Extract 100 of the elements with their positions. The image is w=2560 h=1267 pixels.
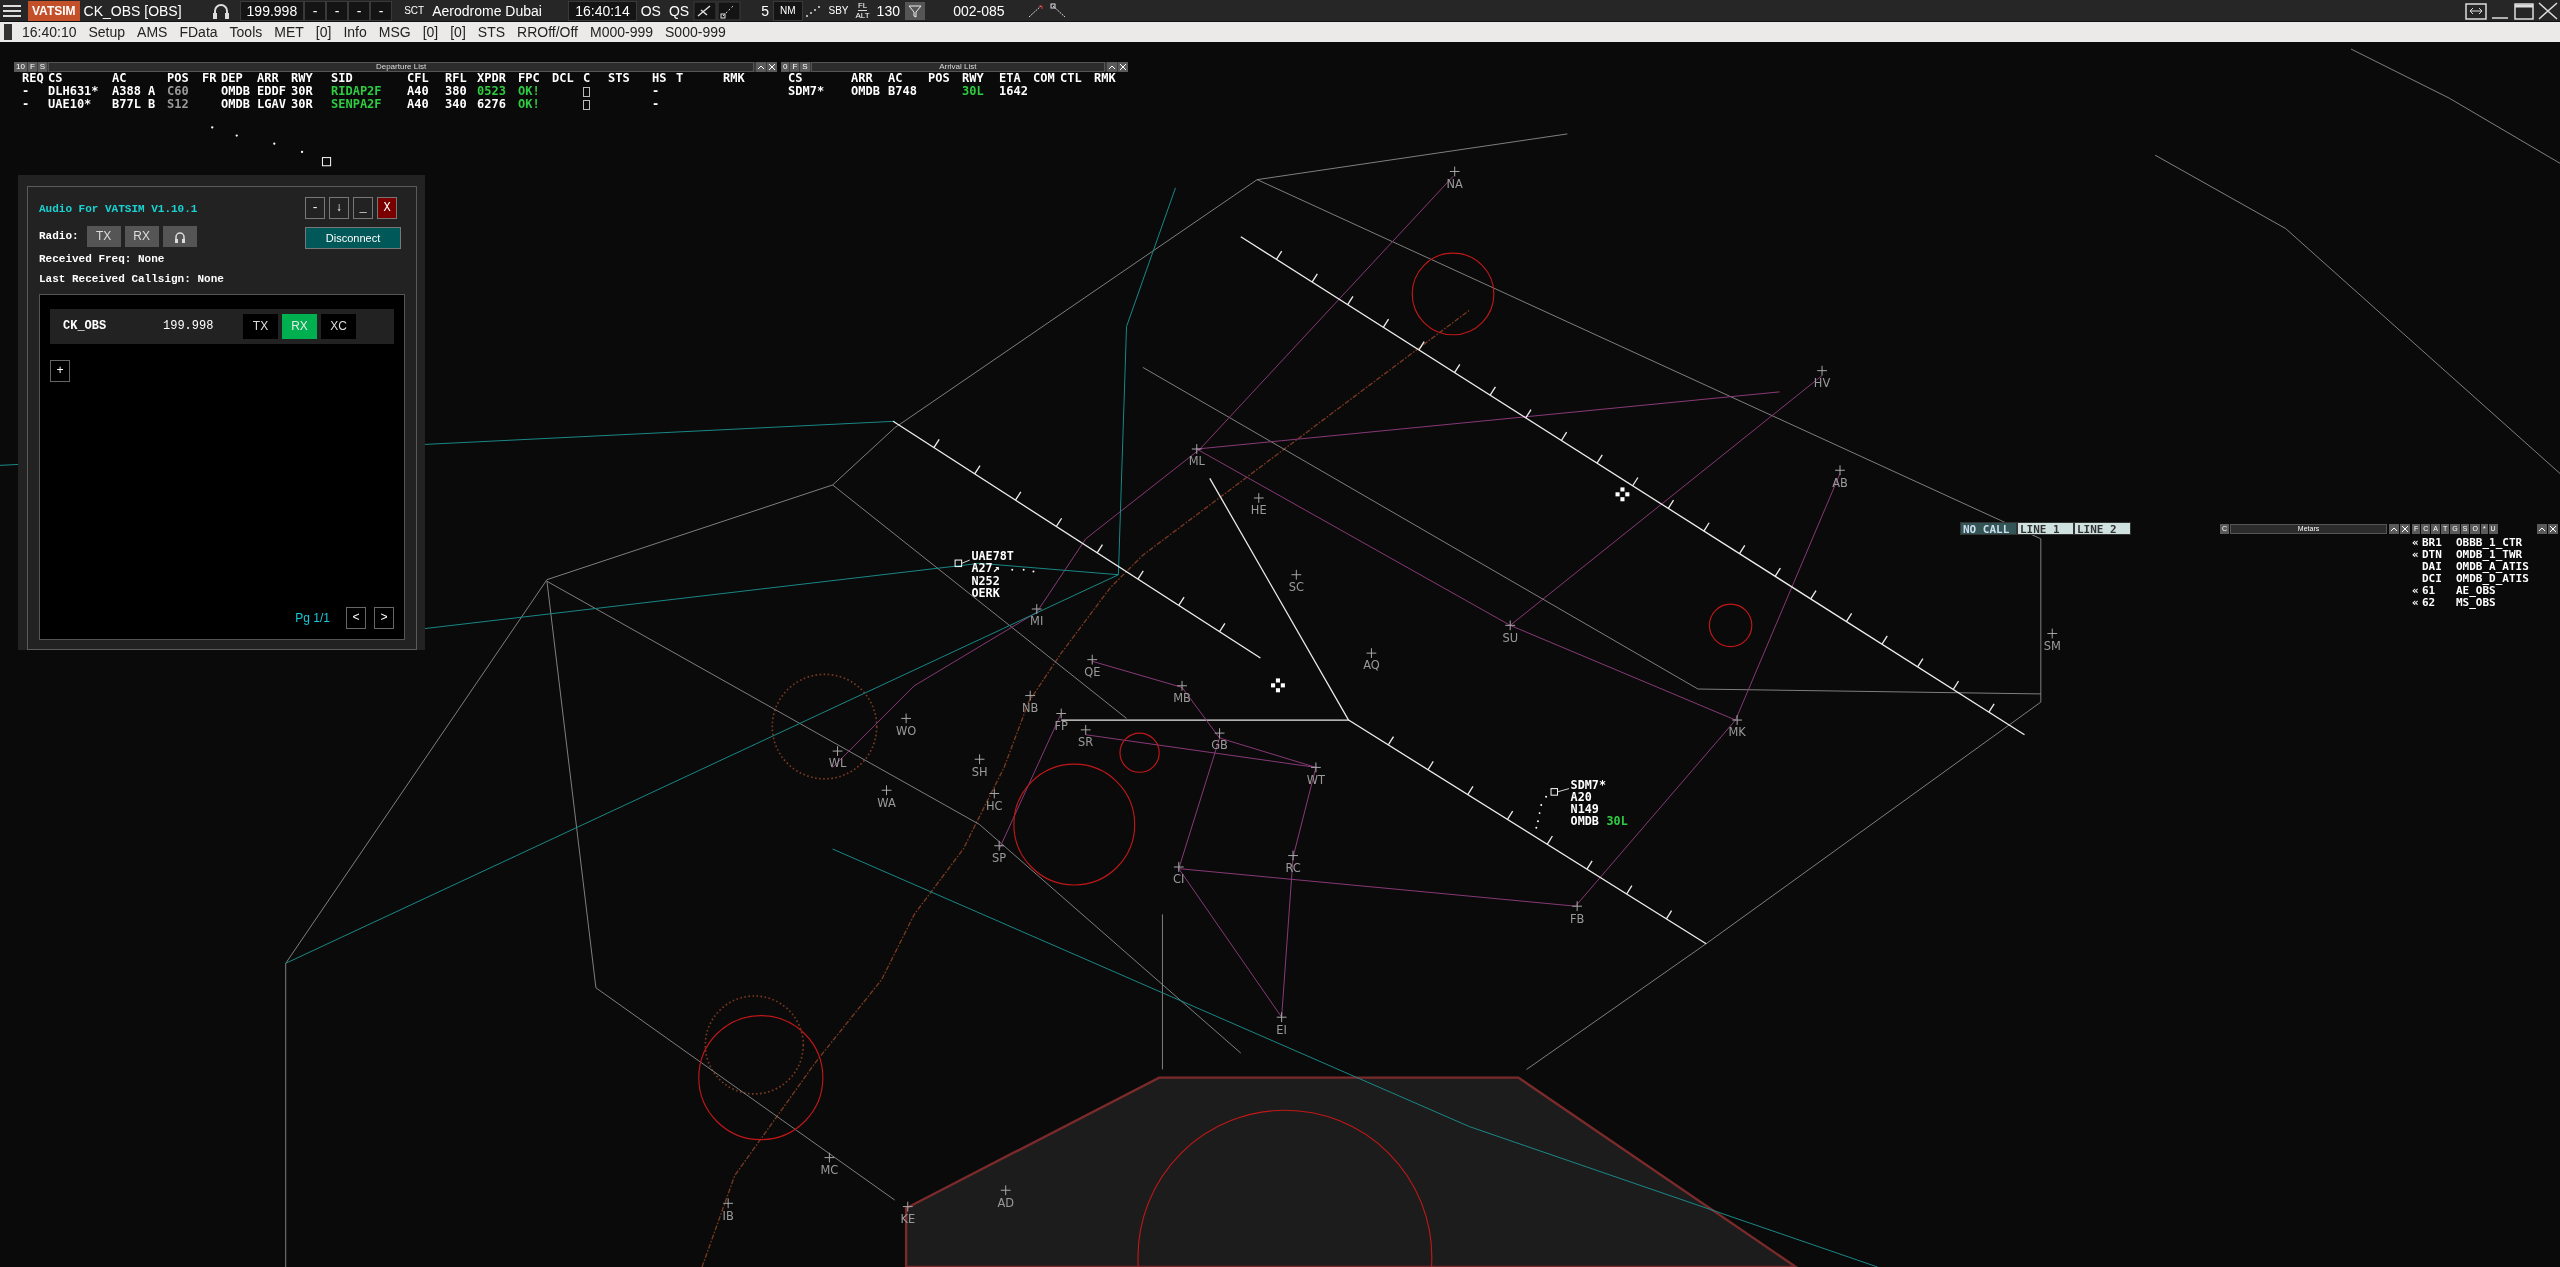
add-station-button[interactable]: +	[50, 359, 70, 382]
window-button[interactable]: _	[353, 197, 373, 219]
column-header[interactable]: CFL	[407, 72, 429, 85]
column-header[interactable]: POS	[167, 72, 189, 85]
filter-icon[interactable]	[903, 0, 926, 21]
mode-toggle[interactable]: TX	[243, 313, 278, 339]
menu-item[interactable]: Tools	[223, 22, 269, 42]
resize-icon[interactable]	[2464, 0, 2488, 21]
column-header[interactable]: REQ	[22, 72, 44, 85]
list-header-button[interactable]: 10	[14, 62, 27, 72]
frequency-slot[interactable]: -	[304, 0, 327, 21]
sector-name[interactable]: Aerodrome Dubai	[428, 0, 569, 21]
column-header[interactable]: CS	[48, 72, 63, 85]
standby-toggle[interactable]: SBY	[824, 0, 853, 21]
column-header[interactable]: DCL	[552, 72, 574, 85]
column-header[interactable]: POS	[928, 72, 950, 85]
menu-item[interactable]: [0]	[416, 22, 445, 42]
collapse-icon[interactable]	[756, 62, 766, 72]
menu-item[interactable]: MSG	[372, 22, 417, 42]
column-header[interactable]: DEP	[221, 72, 243, 85]
range-unit[interactable]: NM	[772, 0, 803, 21]
menu-item[interactable]: STS	[471, 22, 512, 42]
menu-item[interactable]: MET	[268, 22, 310, 42]
controller-callsign[interactable]: OMDB_A_ATIS	[2456, 561, 2529, 573]
column-header[interactable]: CS	[788, 72, 803, 85]
frequency-slot[interactable]: -	[326, 0, 349, 21]
voice-line-button[interactable]: LINE 2	[2074, 522, 2131, 535]
controller-callsign[interactable]: OBBB_1_CTR	[2456, 537, 2523, 549]
column-header[interactable]: HS	[652, 72, 667, 85]
collapse-icon[interactable]	[1107, 62, 1117, 72]
column-header[interactable]: STS	[608, 72, 630, 85]
list-header-button[interactable]: S	[800, 62, 810, 72]
frequency-field[interactable]: 199.998	[239, 0, 305, 21]
radio-button[interactable]: TX	[86, 225, 121, 247]
close-icon[interactable]	[2400, 524, 2410, 534]
frequency-slot[interactable]: -	[348, 0, 371, 21]
collapse-icon[interactable]	[2537, 524, 2547, 534]
column-header[interactable]: FR	[202, 72, 217, 85]
window-button[interactable]: -	[305, 197, 325, 219]
controller-callsign[interactable]: OMDB_1_TWR	[2456, 549, 2523, 561]
filter-range[interactable]: 002-085	[933, 0, 1024, 21]
controller-callsign[interactable]: MS_OBS	[2456, 597, 2496, 609]
pager-button[interactable]: <	[346, 606, 366, 629]
controller-callsign[interactable]: OMDB_D_ATIS	[2456, 573, 2529, 585]
close-icon[interactable]	[1118, 62, 1128, 72]
column-header[interactable]: ARR	[851, 72, 873, 85]
menu-item[interactable]: S000-999	[659, 22, 732, 42]
flag-checkbox[interactable]	[583, 87, 590, 97]
mode-toggle[interactable]: XC	[321, 313, 356, 339]
pager-button[interactable]: >	[374, 606, 394, 629]
list-header-button[interactable]: 0	[781, 62, 790, 72]
list-header-button[interactable]: F	[790, 62, 800, 72]
column-header[interactable]: SID	[331, 72, 353, 85]
headset-button[interactable]	[162, 225, 197, 247]
list-header-button[interactable]: S	[37, 62, 48, 72]
menu-item[interactable]: 16:40:10	[16, 22, 83, 42]
flag-checkbox[interactable]	[583, 100, 590, 110]
menu-item[interactable]: AMS	[131, 22, 174, 42]
column-header[interactable]: RWY	[962, 72, 984, 85]
controller-callsign[interactable]: AE_OBS	[2456, 585, 2496, 597]
menu-item[interactable]: FData	[173, 22, 224, 42]
column-header[interactable]: RMK	[723, 72, 745, 85]
column-header[interactable]: ETA	[999, 72, 1021, 85]
column-header[interactable]: XPDR	[477, 72, 506, 85]
radio-button[interactable]: RX	[124, 225, 159, 247]
menu-item[interactable]: M000-999	[584, 22, 660, 42]
menu-item[interactable]: Info	[337, 22, 373, 42]
range-value[interactable]: 5	[757, 0, 773, 21]
mode-toggle[interactable]: OS	[636, 0, 665, 21]
window-button[interactable]: ↓	[329, 197, 349, 219]
column-header[interactable]: AC	[888, 72, 903, 85]
close-icon[interactable]	[2536, 0, 2560, 21]
column-header[interactable]: RFL	[445, 72, 467, 85]
column-header[interactable]: FPC	[518, 72, 540, 85]
voice-line-button[interactable]: NO CALL	[1960, 522, 2017, 535]
column-header[interactable]: RMK	[1094, 72, 1116, 85]
mode-toggle[interactable]: QS	[664, 0, 694, 21]
column-header[interactable]: CTL	[1060, 72, 1082, 85]
menu-item[interactable]: [0]	[309, 22, 338, 42]
status-block	[4, 24, 12, 40]
menu-item[interactable]: [0]	[444, 22, 472, 42]
column-header[interactable]: T	[676, 72, 684, 85]
list-header-button[interactable]: F	[27, 62, 37, 72]
column-header[interactable]: C	[583, 72, 591, 85]
close-icon[interactable]	[767, 62, 777, 72]
maximize-icon[interactable]	[2512, 0, 2536, 21]
level-type-toggle[interactable]: FL ALT	[852, 1, 873, 20]
voice-line-button[interactable]: LINE 1	[2017, 522, 2074, 535]
column-header[interactable]: AC	[112, 72, 127, 85]
column-header[interactable]: RWY	[291, 72, 313, 85]
column-header[interactable]: ARR	[257, 72, 279, 85]
transition-level[interactable]: 130	[872, 0, 904, 21]
close-icon[interactable]	[2548, 524, 2558, 534]
menu-item[interactable]: Setup	[82, 22, 132, 42]
collapse-icon[interactable]	[2389, 524, 2399, 534]
menu-item[interactable]: RROff/Off	[511, 22, 584, 42]
disconnect-button[interactable]: Disconnect	[305, 227, 401, 249]
column-header[interactable]: COM	[1033, 72, 1055, 85]
close-button[interactable]: X	[377, 197, 397, 219]
frequency-slot[interactable]: -	[370, 0, 393, 21]
